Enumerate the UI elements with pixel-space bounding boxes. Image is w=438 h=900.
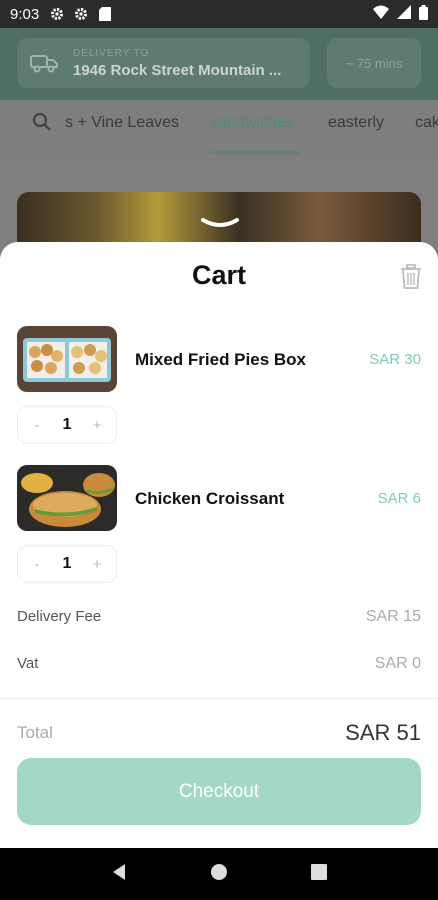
quantity-value: 1 — [62, 416, 72, 433]
quantity-value: 1 — [62, 555, 72, 572]
tab-vine-leaves[interactable]: s + Vine Leaves — [65, 114, 179, 132]
delivery-eta[interactable]: ~ 75 mins — [327, 38, 421, 88]
total-label: Total — [17, 723, 53, 742]
signal-icon — [397, 5, 411, 23]
system-nav-bar — [0, 848, 438, 900]
delivery-address-selector[interactable]: DELIVERY TO 1946 Rock Street Mountain ..… — [17, 38, 310, 88]
delivery-label: DELIVERY TO — [73, 47, 150, 59]
delivery-address: 1946 Rock Street Mountain ... — [73, 61, 282, 79]
quantity-stepper: - 1 + — [17, 406, 117, 444]
tab-easterly[interactable]: easterly — [328, 114, 384, 132]
chevron-down-icon[interactable] — [200, 216, 240, 235]
increase-quantity-button[interactable]: + — [85, 417, 109, 434]
recents-icon[interactable] — [310, 863, 327, 885]
status-bar: 9:03 — [0, 0, 438, 28]
status-time: 9:03 — [10, 5, 40, 23]
divider — [0, 698, 438, 699]
active-tab-indicator — [210, 151, 300, 154]
delivery-fee-value: SAR 15 — [365, 608, 421, 625]
delivery-fee-row: Delivery Fee SAR 15 — [17, 608, 421, 626]
quantity-stepper: - 1 + — [17, 545, 117, 583]
tab-cakes[interactable]: cak — [415, 114, 438, 132]
decrease-quantity-button[interactable]: - — [25, 417, 49, 434]
page-title: Cart — [191, 260, 246, 290]
app-header: DELIVERY TO 1946 Rock Street Mountain ..… — [0, 28, 438, 100]
truck-icon — [29, 52, 59, 74]
category-tabs: s + Vine Leaves sandwiches easterly cak — [0, 100, 438, 158]
wifi-icon — [373, 5, 389, 23]
increase-quantity-button[interactable]: + — [85, 556, 109, 573]
back-icon[interactable] — [111, 863, 127, 886]
product-name: Mixed Fried Pies Box — [135, 350, 306, 369]
settings-icon — [49, 6, 65, 22]
product-name: Chicken Croissant — [135, 489, 285, 508]
product-image — [17, 465, 117, 531]
checkout-button[interactable]: Checkout — [17, 758, 421, 825]
vat-row: Vat SAR 0 — [17, 655, 421, 673]
eta-text: ~ 75 mins — [345, 55, 403, 71]
sd-card-icon — [97, 6, 113, 22]
delivery-fee-label: Delivery Fee — [17, 608, 102, 625]
cart-sheet: Cart Mixed Fried Pies Box SAR 30 - 1 + C… — [0, 242, 438, 848]
settings-icon — [73, 6, 89, 22]
total-row: Total SAR 51 — [17, 720, 421, 746]
search-icon[interactable] — [32, 112, 52, 137]
battery-icon — [419, 4, 428, 24]
trash-icon[interactable] — [400, 264, 422, 295]
total-value: SAR 51 — [345, 720, 421, 745]
product-price: SAR 6 — [377, 490, 421, 507]
home-icon[interactable] — [210, 863, 228, 886]
product-image — [17, 326, 117, 392]
product-price: SAR 30 — [369, 351, 421, 368]
tab-sandwiches[interactable]: sandwiches — [210, 114, 294, 132]
vat-label: Vat — [17, 655, 39, 672]
decrease-quantity-button[interactable]: - — [25, 556, 49, 573]
vat-value: SAR 0 — [374, 655, 421, 672]
